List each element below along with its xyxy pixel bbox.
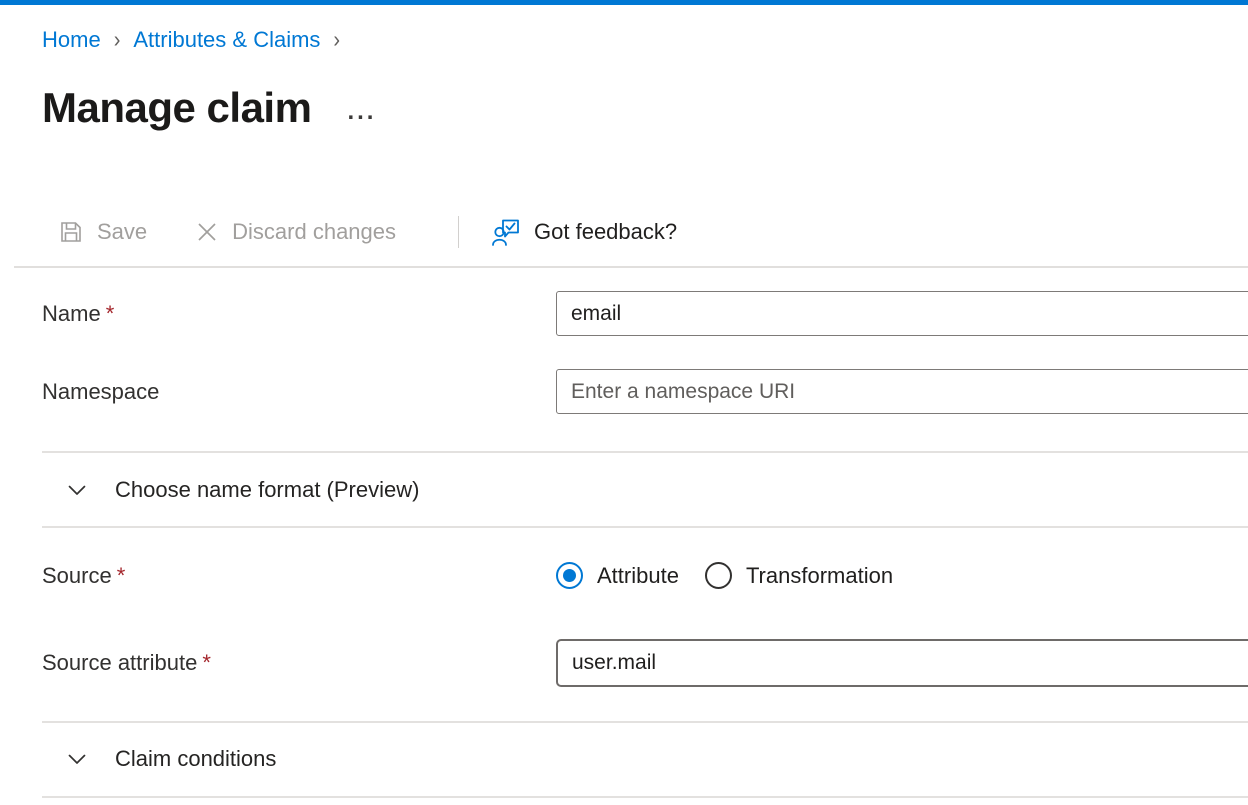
source-label: Source* bbox=[42, 563, 556, 589]
breadcrumb-home-link[interactable]: Home bbox=[42, 27, 101, 53]
save-button[interactable]: Save bbox=[58, 219, 147, 245]
breadcrumb-attributes-claims-link[interactable]: Attributes & Claims bbox=[133, 27, 320, 53]
top-accent-bar bbox=[0, 0, 1248, 5]
page-title: Manage claim bbox=[42, 84, 311, 132]
section-divider bbox=[42, 451, 1248, 453]
source-label-text: Source bbox=[42, 563, 112, 588]
breadcrumb-separator-icon: › bbox=[333, 27, 340, 53]
claim-conditions-section-header[interactable]: Claim conditions bbox=[42, 741, 1248, 777]
radio-transformation[interactable]: Transformation bbox=[705, 562, 893, 589]
claim-conditions-section-title: Claim conditions bbox=[115, 746, 276, 772]
got-feedback-button[interactable]: Got feedback? bbox=[491, 217, 677, 247]
name-input[interactable] bbox=[556, 291, 1248, 336]
breadcrumb-separator-icon: › bbox=[114, 27, 121, 53]
section-divider bbox=[42, 526, 1248, 528]
source-attribute-input[interactable] bbox=[556, 639, 1248, 687]
source-radio-group: Attribute Transformation bbox=[556, 562, 893, 589]
radio-transformation-label: Transformation bbox=[746, 563, 893, 589]
name-format-section-header[interactable]: Choose name format (Preview) bbox=[42, 472, 1248, 508]
section-divider bbox=[42, 796, 1248, 798]
required-asterisk: * bbox=[202, 650, 211, 675]
name-format-section-title: Choose name format (Preview) bbox=[115, 477, 419, 503]
required-asterisk: * bbox=[117, 563, 126, 588]
chevron-down-icon bbox=[64, 746, 90, 772]
source-attribute-field-row: Source attribute* bbox=[42, 639, 1248, 687]
command-bar: Save Discard changes Got feedback? bbox=[58, 210, 677, 254]
radio-attribute[interactable]: Attribute bbox=[556, 562, 679, 589]
radio-selected-icon bbox=[556, 562, 583, 589]
discard-changes-button[interactable]: Discard changes bbox=[195, 219, 396, 245]
name-label-text: Name bbox=[42, 301, 101, 326]
toolbar-divider bbox=[458, 216, 459, 248]
name-field-row: Name* bbox=[42, 291, 1248, 336]
save-icon bbox=[58, 219, 84, 245]
section-divider bbox=[42, 721, 1248, 723]
breadcrumb: Home › Attributes & Claims › bbox=[42, 27, 340, 53]
source-attribute-label-text: Source attribute bbox=[42, 650, 197, 675]
feedback-icon bbox=[491, 217, 521, 247]
source-attribute-label: Source attribute* bbox=[42, 650, 556, 676]
name-label: Name* bbox=[42, 301, 556, 327]
required-asterisk: * bbox=[106, 301, 115, 326]
close-x-icon bbox=[195, 220, 219, 244]
namespace-label: Namespace bbox=[42, 379, 556, 405]
save-label: Save bbox=[97, 219, 147, 245]
page-title-row: Manage claim ... bbox=[42, 84, 376, 132]
discard-changes-label: Discard changes bbox=[232, 219, 396, 245]
radio-attribute-label: Attribute bbox=[597, 563, 679, 589]
more-menu-button[interactable]: ... bbox=[347, 100, 376, 124]
namespace-input[interactable] bbox=[556, 369, 1248, 414]
namespace-field-row: Namespace bbox=[42, 369, 1248, 414]
namespace-label-text: Namespace bbox=[42, 379, 159, 404]
got-feedback-label: Got feedback? bbox=[534, 219, 677, 245]
source-field-row: Source* Attribute Transformation bbox=[42, 560, 1248, 591]
chevron-down-icon bbox=[64, 477, 90, 503]
radio-unselected-icon bbox=[705, 562, 732, 589]
toolbar-bottom-divider bbox=[14, 266, 1248, 268]
